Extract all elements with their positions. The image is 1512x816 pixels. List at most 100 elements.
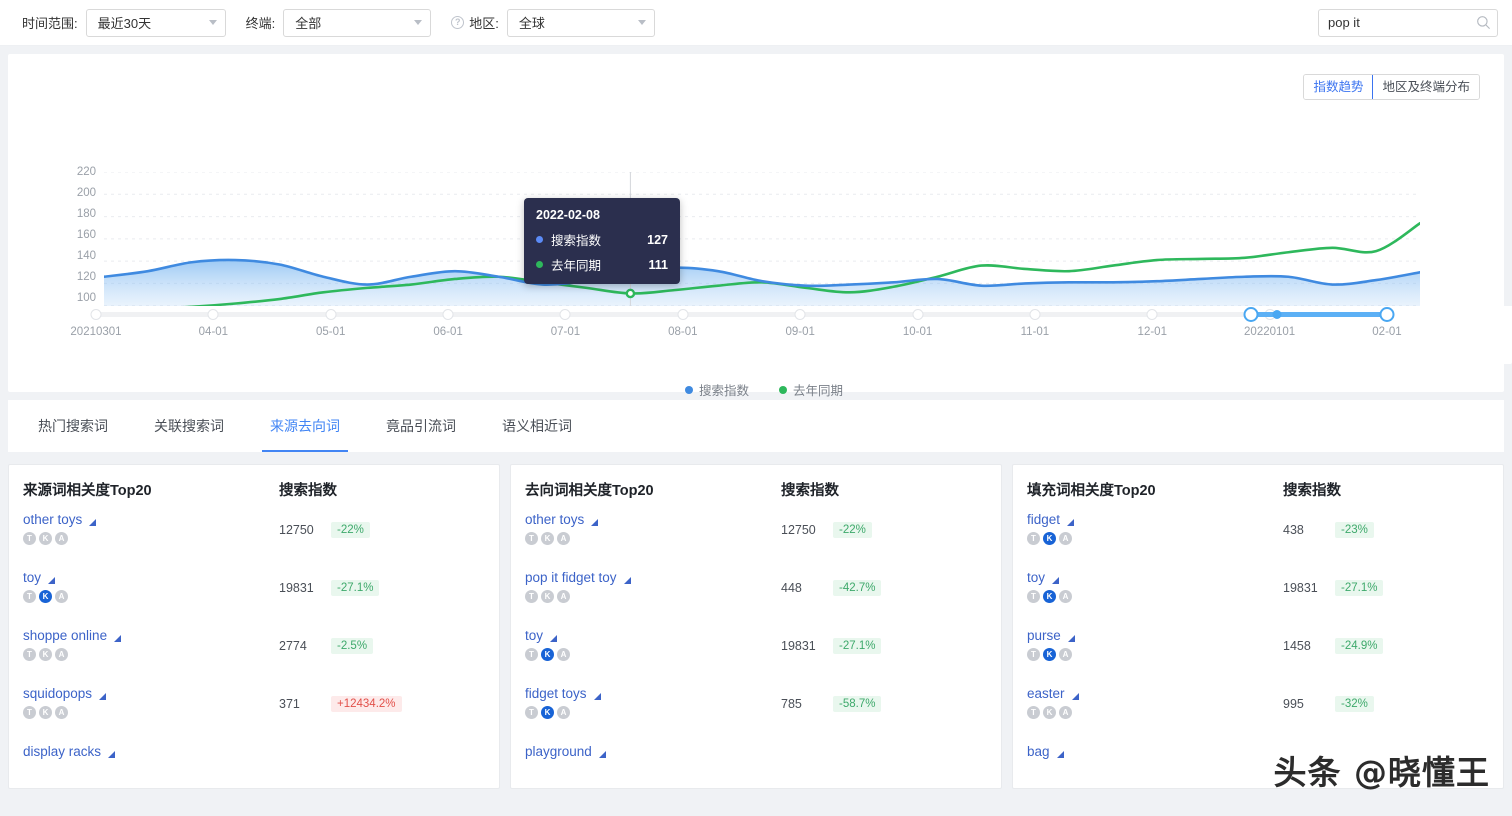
- external-link-icon[interactable]: [1071, 693, 1079, 700]
- external-link-icon[interactable]: [598, 751, 606, 758]
- toggle-index-trend[interactable]: 指数趋势: [1304, 75, 1374, 99]
- badge-t[interactable]: T: [1027, 706, 1040, 719]
- search-icon[interactable]: [1476, 15, 1491, 30]
- keyword-text[interactable]: bag: [1027, 744, 1050, 759]
- keyword-text[interactable]: toy: [1027, 570, 1045, 585]
- badge-a[interactable]: A: [557, 648, 570, 661]
- keyword-text[interactable]: easter: [1027, 686, 1065, 701]
- keyword-text[interactable]: display racks: [23, 744, 101, 759]
- tab-2[interactable]: 来源去向词: [258, 400, 352, 452]
- badge-k[interactable]: K: [541, 532, 554, 545]
- search-input[interactable]: [1318, 8, 1498, 37]
- toggle-region-terminal[interactable]: 地区及终端分布: [1372, 75, 1479, 99]
- badge-k[interactable]: K: [541, 706, 554, 719]
- keyword-text[interactable]: purse: [1027, 628, 1061, 643]
- badge-k[interactable]: K: [1043, 648, 1056, 661]
- badge-k[interactable]: K: [39, 648, 52, 661]
- badge-t[interactable]: T: [525, 590, 538, 603]
- badge-a[interactable]: A: [55, 590, 68, 603]
- keyword-link-row[interactable]: easter: [1027, 686, 1283, 701]
- keyword-link-row[interactable]: bag: [1027, 744, 1283, 759]
- external-link-icon[interactable]: [48, 577, 56, 584]
- external-link-icon[interactable]: [1056, 751, 1064, 758]
- badge-t[interactable]: T: [525, 648, 538, 661]
- keyword-text[interactable]: playground: [525, 744, 592, 759]
- badge-a[interactable]: A: [55, 532, 68, 545]
- external-link-icon[interactable]: [89, 519, 97, 526]
- badge-k[interactable]: K: [541, 648, 554, 661]
- keyword-text[interactable]: fidget toys: [525, 686, 587, 701]
- keyword-text[interactable]: squidopops: [23, 686, 92, 701]
- tab-3[interactable]: 竟品引流词: [374, 400, 468, 452]
- external-link-icon[interactable]: [591, 519, 599, 526]
- timeline-handle-start[interactable]: [1243, 307, 1259, 322]
- external-link-icon[interactable]: [1067, 635, 1075, 642]
- keyword-link-row[interactable]: fidget: [1027, 512, 1283, 527]
- badge-a[interactable]: A: [55, 648, 68, 661]
- keyword-text[interactable]: other toys: [525, 512, 584, 527]
- trend-chart-plot[interactable]: [104, 172, 1420, 328]
- badge-k[interactable]: K: [39, 590, 52, 603]
- keyword-link-row[interactable]: toy: [1027, 570, 1283, 585]
- external-link-icon[interactable]: [1052, 577, 1060, 584]
- keyword-link-row[interactable]: playground: [525, 744, 781, 759]
- badge-t[interactable]: T: [525, 532, 538, 545]
- keyword-link-row[interactable]: pop it fidget toy: [525, 570, 781, 585]
- badge-k[interactable]: K: [1043, 590, 1056, 603]
- badge-k[interactable]: K: [39, 706, 52, 719]
- badge-t[interactable]: T: [23, 706, 36, 719]
- question-mark-icon[interactable]: ?: [451, 16, 465, 29]
- keyword-link-row[interactable]: other toys: [525, 512, 781, 527]
- keyword-link-row[interactable]: fidget toys: [525, 686, 781, 701]
- keyword-link-row[interactable]: shoppe online: [23, 628, 279, 643]
- keyword-text[interactable]: fidget: [1027, 512, 1060, 527]
- tab-1[interactable]: 关联搜索词: [142, 400, 236, 452]
- badge-t[interactable]: T: [1027, 590, 1040, 603]
- tab-4[interactable]: 语义相近词: [490, 400, 584, 452]
- external-link-icon[interactable]: [114, 635, 122, 642]
- timeline-track[interactable]: [90, 307, 1395, 322]
- badge-t[interactable]: T: [23, 532, 36, 545]
- badge-t[interactable]: T: [1027, 532, 1040, 545]
- legend-item-search-index[interactable]: 搜索指数: [684, 380, 749, 399]
- keyword-link-row[interactable]: toy: [23, 570, 279, 585]
- badge-a[interactable]: A: [1059, 590, 1072, 603]
- external-link-icon[interactable]: [623, 577, 631, 584]
- external-link-icon[interactable]: [1067, 519, 1075, 526]
- external-link-icon[interactable]: [550, 635, 558, 642]
- badge-k[interactable]: K: [1043, 532, 1056, 545]
- keyword-text[interactable]: toy: [525, 628, 543, 643]
- time-range-select[interactable]: 最近30天: [85, 8, 226, 37]
- keyword-text[interactable]: pop it fidget toy: [525, 570, 617, 585]
- badge-t[interactable]: T: [23, 648, 36, 661]
- badge-a[interactable]: A: [557, 706, 570, 719]
- badge-t[interactable]: T: [525, 706, 538, 719]
- keyword-text[interactable]: shoppe online: [23, 628, 107, 643]
- timeline-handle-end[interactable]: [1379, 307, 1395, 322]
- badge-k[interactable]: K: [541, 590, 554, 603]
- keyword-link-row[interactable]: purse: [1027, 628, 1283, 643]
- external-link-icon[interactable]: [99, 693, 107, 700]
- badge-a[interactable]: A: [1059, 706, 1072, 719]
- badge-t[interactable]: T: [23, 590, 36, 603]
- badge-a[interactable]: A: [557, 532, 570, 545]
- legend-item-last-year[interactable]: 去年同期: [779, 380, 843, 399]
- badge-k[interactable]: K: [39, 532, 52, 545]
- keyword-text[interactable]: toy: [23, 570, 41, 585]
- badge-t[interactable]: T: [1027, 648, 1040, 661]
- badge-a[interactable]: A: [557, 590, 570, 603]
- badge-a[interactable]: A: [55, 706, 68, 719]
- terminal-select[interactable]: 全部: [283, 8, 432, 37]
- badge-a[interactable]: A: [1059, 648, 1072, 661]
- keyword-link-row[interactable]: display racks: [23, 744, 279, 759]
- external-link-icon[interactable]: [108, 751, 116, 758]
- keyword-link-row[interactable]: toy: [525, 628, 781, 643]
- keyword-link-row[interactable]: squidopops: [23, 686, 279, 701]
- keyword-text[interactable]: other toys: [23, 512, 82, 527]
- badge-k[interactable]: K: [1043, 706, 1056, 719]
- external-link-icon[interactable]: [593, 693, 601, 700]
- region-select[interactable]: 全球: [506, 8, 655, 37]
- keyword-link-row[interactable]: other toys: [23, 512, 279, 527]
- badge-a[interactable]: A: [1059, 532, 1072, 545]
- tab-0[interactable]: 热门搜索词: [26, 400, 120, 452]
